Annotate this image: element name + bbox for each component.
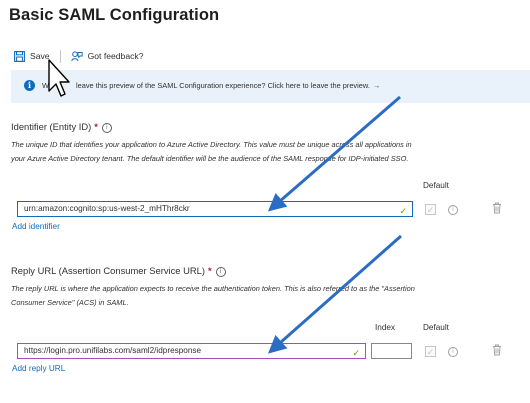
feedback-label: Got feedback?	[87, 51, 144, 61]
reply-url-index-input[interactable]	[371, 343, 412, 359]
default-column-header: Default	[423, 323, 449, 332]
trash-icon[interactable]	[492, 344, 502, 356]
info-bar-prefix: W	[42, 81, 49, 90]
feedback-icon	[70, 50, 83, 61]
identifier-description-line2: your Azure Active Directory tenant. The …	[11, 154, 409, 163]
add-identifier-link[interactable]: Add identifier	[12, 222, 60, 231]
save-button[interactable]: Save	[14, 50, 50, 62]
reply-url-value[interactable]: https://login.pro.unifilabs.com/saml2/id…	[24, 346, 201, 355]
info-circle-icon[interactable]: i	[101, 122, 112, 133]
reply-url-input[interactable]: https://login.pro.unifilabs.com/saml2/id…	[17, 343, 366, 359]
info-circle-icon[interactable]: i	[448, 347, 458, 357]
add-reply-url-link[interactable]: Add reply URL	[12, 364, 65, 373]
info-bar-message[interactable]: leave this preview of the SAML Configura…	[76, 81, 370, 90]
valid-check-icon: ✓	[352, 348, 360, 358]
command-bar: Save Got feedback?	[14, 48, 144, 64]
identifier-input[interactable]: urn:amazon:cognito:sp:us-west-2_mHThr8ck…	[17, 201, 413, 217]
required-asterisk: *	[94, 121, 98, 132]
page-title: Basic SAML Configuration	[9, 6, 220, 24]
reply-url-label-text: Reply URL (Assertion Consumer Service UR…	[11, 265, 205, 276]
reply-url-label: Reply URL (Assertion Consumer Service UR…	[11, 265, 226, 277]
save-icon	[14, 50, 25, 62]
identifier-value[interactable]: urn:amazon:cognito:sp:us-west-2_mHThr8ck…	[24, 204, 190, 213]
identifier-description-line1: The unique ID that identifies your appli…	[11, 140, 412, 149]
reply-description-line2: Consumer Service" (ACS) in SAML.	[11, 298, 129, 307]
identifier-label: Identifier (Entity ID) * i	[11, 121, 112, 133]
identifier-default-checkbox[interactable]: ✓	[425, 204, 436, 215]
info-circle-icon[interactable]: i	[448, 205, 458, 215]
info-icon: i	[24, 80, 35, 91]
identifier-label-text: Identifier (Entity ID)	[11, 121, 92, 132]
valid-check-icon: ✓	[399, 206, 407, 216]
reply-default-checkbox[interactable]: ✓	[425, 346, 436, 357]
preview-info-bar[interactable]: i W leave this preview of the SAML Confi…	[11, 70, 530, 103]
required-asterisk: *	[207, 265, 212, 276]
info-circle-icon[interactable]: i	[215, 266, 226, 277]
index-column-header: Index	[375, 323, 396, 332]
save-label: Save	[30, 51, 50, 61]
feedback-button[interactable]: Got feedback?	[70, 50, 144, 62]
reply-description-line1: The reply URL is where the application e…	[11, 284, 415, 293]
info-bar-text[interactable]: leave this preview of the SAML Configura…	[76, 81, 380, 90]
arrow-right-icon: →	[372, 81, 381, 90]
toolbar-divider	[59, 49, 61, 63]
default-column-header: Default	[423, 181, 449, 190]
trash-icon[interactable]	[492, 202, 502, 214]
